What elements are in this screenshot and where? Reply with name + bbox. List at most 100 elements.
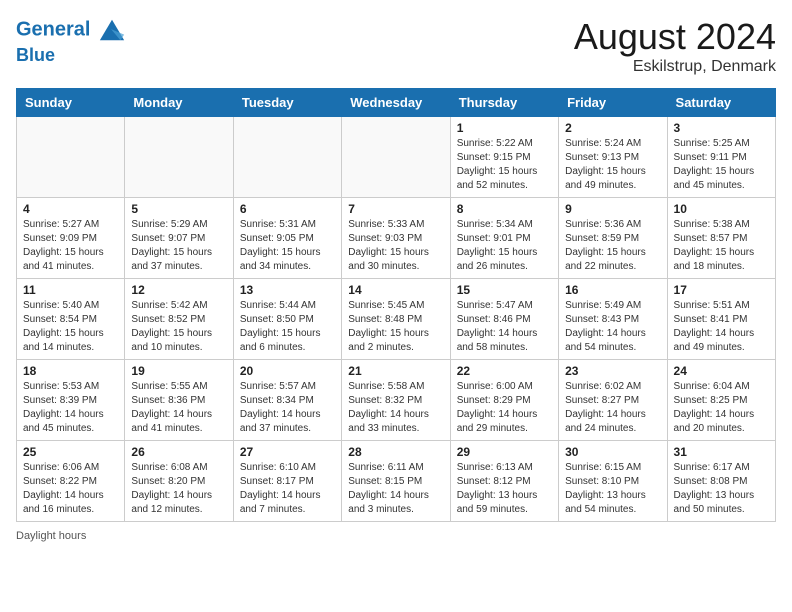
day-number: 24 (674, 364, 769, 378)
calendar-week-row: 25Sunrise: 6:06 AM Sunset: 8:22 PM Dayli… (17, 441, 776, 522)
day-info: Sunrise: 6:00 AM Sunset: 8:29 PM Dayligh… (457, 380, 552, 436)
table-row: 4 Sunrise: 5:27 AM Sunset: 9:09 PM Daylig… (17, 198, 125, 279)
day-number: 17 (674, 283, 769, 297)
logo-text: General Blue (16, 16, 126, 66)
table-row: 24 Sunrise: 6:04 AM Sunset: 8:25 PM Dayli… (667, 360, 775, 441)
footer: Daylight hours (16, 530, 776, 542)
day-number: 7 (348, 202, 443, 216)
logo-icon (98, 16, 126, 44)
day-info: Sunrise: 5:55 AM Sunset: 8:36 PM Dayligh… (131, 380, 226, 436)
day-info: Sunrise: 5:45 AM Sunset: 8:48 PM Dayligh… (348, 299, 443, 355)
table-row: 15Sunrise: 5:47 AM Sunset: 8:46 PM Dayli… (450, 279, 558, 360)
day-number: 30 (565, 445, 660, 459)
day-number: 9 (565, 202, 660, 216)
day-number: 14 (348, 283, 443, 297)
day-number: 2 (565, 121, 660, 135)
calendar-week-row: 1 Sunrise: 5:22 AM Sunset: 9:15 PM Daylig… (17, 117, 776, 198)
day-number: 4 (23, 202, 118, 216)
day-number: 31 (674, 445, 769, 459)
day-info: Sunrise: 6:04 AM Sunset: 8:25 PM Dayligh… (674, 380, 769, 436)
day-number: 19 (131, 364, 226, 378)
day-number: 22 (457, 364, 552, 378)
table-row: 26 Sunrise: 6:08 AM Sunset: 8:20 PM Dayli… (125, 441, 233, 522)
day-number: 3 (674, 121, 769, 135)
table-row: 18 Sunrise: 5:53 AM Sunset: 8:39 PM Dayli… (17, 360, 125, 441)
table-row: 25Sunrise: 6:06 AM Sunset: 8:22 PM Dayli… (17, 441, 125, 522)
table-row: 23 Sunrise: 6:02 AM Sunset: 8:27 PM Dayli… (559, 360, 667, 441)
day-number: 12 (131, 283, 226, 297)
day-info: Sunrise: 5:22 AM Sunset: 9:15 PM Dayligh… (457, 137, 552, 193)
day-info: Sunrise: 5:42 AM Sunset: 8:52 PM Dayligh… (131, 299, 226, 355)
day-info: Sunrise: 5:31 AM Sunset: 9:05 PM Dayligh… (240, 218, 335, 274)
day-number: 8 (457, 202, 552, 216)
day-number: 6 (240, 202, 335, 216)
day-info: Sunrise: 5:58 AM Sunset: 8:32 PM Dayligh… (348, 380, 443, 436)
table-row: 13 Sunrise: 5:44 AM Sunset: 8:50 PM Dayli… (233, 279, 341, 360)
logo: General Blue (16, 16, 126, 66)
day-info: Sunrise: 5:38 AM Sunset: 8:57 PM Dayligh… (674, 218, 769, 274)
day-number: 23 (565, 364, 660, 378)
month-year: August 2024 (574, 16, 776, 58)
table-row: 5 Sunrise: 5:29 AM Sunset: 9:07 PM Daylig… (125, 198, 233, 279)
day-number: 5 (131, 202, 226, 216)
table-row: 31 Sunrise: 6:17 AM Sunset: 8:08 PM Dayli… (667, 441, 775, 522)
day-info: Sunrise: 6:10 AM Sunset: 8:17 PM Dayligh… (240, 461, 335, 517)
table-row: 17 Sunrise: 5:51 AM Sunset: 8:41 PM Dayli… (667, 279, 775, 360)
col-thursday: Thursday (450, 89, 558, 117)
table-row: 10 Sunrise: 5:38 AM Sunset: 8:57 PM Dayli… (667, 198, 775, 279)
day-info: Sunrise: 6:17 AM Sunset: 8:08 PM Dayligh… (674, 461, 769, 517)
day-info: Sunrise: 5:36 AM Sunset: 8:59 PM Dayligh… (565, 218, 660, 274)
daylight-label: Daylight hours (16, 530, 86, 542)
table-row: 7Sunrise: 5:33 AM Sunset: 9:03 PM Daylig… (342, 198, 450, 279)
calendar-week-row: 18 Sunrise: 5:53 AM Sunset: 8:39 PM Dayli… (17, 360, 776, 441)
day-number: 13 (240, 283, 335, 297)
day-info: Sunrise: 5:49 AM Sunset: 8:43 PM Dayligh… (565, 299, 660, 355)
table-row (233, 117, 341, 198)
table-row: 1 Sunrise: 5:22 AM Sunset: 9:15 PM Daylig… (450, 117, 558, 198)
table-row: 9 Sunrise: 5:36 AM Sunset: 8:59 PM Daylig… (559, 198, 667, 279)
day-info: Sunrise: 5:57 AM Sunset: 8:34 PM Dayligh… (240, 380, 335, 436)
table-row: 22 Sunrise: 6:00 AM Sunset: 8:29 PM Dayli… (450, 360, 558, 441)
table-row (125, 117, 233, 198)
title-block: August 2024 Eskilstrup, Denmark (574, 16, 776, 76)
table-row: 11 Sunrise: 5:40 AM Sunset: 8:54 PM Dayli… (17, 279, 125, 360)
day-info: Sunrise: 5:51 AM Sunset: 8:41 PM Dayligh… (674, 299, 769, 355)
table-row: 27Sunrise: 6:10 AM Sunset: 8:17 PM Dayli… (233, 441, 341, 522)
day-number: 29 (457, 445, 552, 459)
table-row: 29 Sunrise: 6:13 AM Sunset: 8:12 PM Dayli… (450, 441, 558, 522)
day-info: Sunrise: 6:13 AM Sunset: 8:12 PM Dayligh… (457, 461, 552, 517)
day-info: Sunrise: 5:40 AM Sunset: 8:54 PM Dayligh… (23, 299, 118, 355)
day-number: 18 (23, 364, 118, 378)
col-tuesday: Tuesday (233, 89, 341, 117)
location: Eskilstrup, Denmark (574, 58, 776, 76)
col-friday: Friday (559, 89, 667, 117)
table-row: 28Sunrise: 6:11 AM Sunset: 8:15 PM Dayli… (342, 441, 450, 522)
table-row (342, 117, 450, 198)
col-sunday: Sunday (17, 89, 125, 117)
day-info: Sunrise: 5:53 AM Sunset: 8:39 PM Dayligh… (23, 380, 118, 436)
table-row: 30Sunrise: 6:15 AM Sunset: 8:10 PM Dayli… (559, 441, 667, 522)
day-info: Sunrise: 5:27 AM Sunset: 9:09 PM Dayligh… (23, 218, 118, 274)
table-row: 14 Sunrise: 5:45 AM Sunset: 8:48 PM Dayli… (342, 279, 450, 360)
calendar-week-row: 4 Sunrise: 5:27 AM Sunset: 9:09 PM Daylig… (17, 198, 776, 279)
day-info: Sunrise: 5:34 AM Sunset: 9:01 PM Dayligh… (457, 218, 552, 274)
day-number: 21 (348, 364, 443, 378)
col-monday: Monday (125, 89, 233, 117)
day-number: 10 (674, 202, 769, 216)
day-number: 20 (240, 364, 335, 378)
day-number: 1 (457, 121, 552, 135)
day-info: Sunrise: 5:29 AM Sunset: 9:07 PM Dayligh… (131, 218, 226, 274)
table-row: 19 Sunrise: 5:55 AM Sunset: 8:36 PM Dayli… (125, 360, 233, 441)
day-info: Sunrise: 5:24 AM Sunset: 9:13 PM Dayligh… (565, 137, 660, 193)
day-info: Sunrise: 5:44 AM Sunset: 8:50 PM Dayligh… (240, 299, 335, 355)
day-info: Sunrise: 6:08 AM Sunset: 8:20 PM Dayligh… (131, 461, 226, 517)
day-info: Sunrise: 6:02 AM Sunset: 8:27 PM Dayligh… (565, 380, 660, 436)
day-number: 16 (565, 283, 660, 297)
day-number: 28 (348, 445, 443, 459)
day-number: 25 (23, 445, 118, 459)
day-number: 11 (23, 283, 118, 297)
day-number: 26 (131, 445, 226, 459)
calendar-table: Sunday Monday Tuesday Wednesday Thursday… (16, 88, 776, 522)
calendar-week-row: 11 Sunrise: 5:40 AM Sunset: 8:54 PM Dayli… (17, 279, 776, 360)
day-info: Sunrise: 5:25 AM Sunset: 9:11 PM Dayligh… (674, 137, 769, 193)
